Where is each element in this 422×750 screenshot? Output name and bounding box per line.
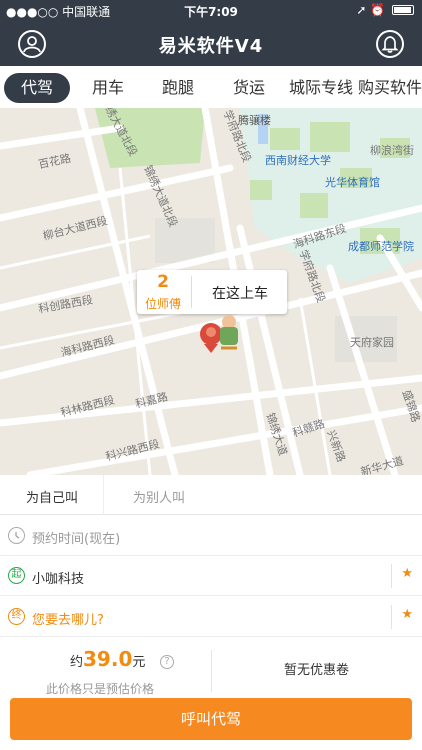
- clock-icon: [8, 527, 25, 544]
- pickup-bubble[interactable]: 2 位师傅 在这上车: [137, 270, 287, 314]
- driver-count-label: 位师傅: [144, 297, 181, 311]
- tab-for-other[interactable]: 为别人叫: [133, 487, 185, 506]
- pickup-pin-icon: [198, 310, 244, 354]
- driver-count: 2: [157, 272, 169, 292]
- price-value: 39.0: [83, 647, 133, 671]
- schedule-row[interactable]: 预约时间(现在): [0, 516, 422, 556]
- price-prefix: 约: [70, 655, 84, 670]
- row-divider: [391, 564, 392, 588]
- price-divider: [211, 650, 212, 692]
- start-marker-icon: 起: [8, 567, 25, 584]
- start-location-field[interactable]: 小咖科技: [32, 568, 84, 587]
- price-estimate: 约39.0元: [70, 647, 145, 671]
- map-label: 腾骧楼: [238, 114, 271, 127]
- status-misc-icons: ➚ ⏰: [356, 3, 386, 17]
- pickup-here-label: 在这上车: [212, 286, 268, 302]
- subtab-divider: [103, 475, 104, 515]
- schedule-field[interactable]: 预约时间(现在): [32, 528, 120, 547]
- service-tabs: 代驾 用车 跑腿 货运 城际专线 购买软件: [0, 66, 422, 108]
- page-title: 易米软件V4: [158, 36, 264, 57]
- battery-icon: [392, 5, 414, 15]
- map-label: 西南财经大学: [265, 154, 331, 167]
- tab-buy-software[interactable]: 购买软件: [358, 73, 422, 103]
- price-area: 约39.0元 ? 此价格只是预估价格 暂无优惠卷: [0, 640, 422, 698]
- start-row[interactable]: 起 小咖科技 ★: [0, 556, 422, 596]
- end-marker-icon: 终: [8, 608, 25, 625]
- clock-glyph: [15, 532, 20, 539]
- tab-paotui[interactable]: 跑腿: [162, 73, 194, 103]
- favorite-star-icon[interactable]: ★: [401, 566, 413, 581]
- tab-for-self[interactable]: 为自己叫: [26, 487, 78, 506]
- price-help-icon[interactable]: ?: [160, 655, 174, 669]
- bubble-divider: [191, 276, 192, 308]
- destination-row[interactable]: 终 您要去哪儿? ★: [0, 597, 422, 637]
- driver-marker-glyph: [200, 315, 238, 353]
- status-icons: ➚ ⏰: [356, 3, 414, 17]
- price-note: 此价格只是预估价格: [46, 682, 155, 696]
- tab-huoyun[interactable]: 货运: [233, 73, 265, 103]
- map-label: 光华体育馆: [325, 176, 380, 189]
- tab-yongche[interactable]: 用车: [92, 73, 124, 103]
- map-label: 天府家园: [350, 336, 394, 349]
- price-unit: 元: [132, 655, 146, 670]
- tab-chengji[interactable]: 城际专线: [289, 73, 353, 103]
- call-driver-button[interactable]: 呼叫代驾: [10, 698, 412, 740]
- coupon-selector[interactable]: 暂无优惠卷: [284, 659, 349, 678]
- row-divider: [391, 605, 392, 629]
- app-root: ●●●○○ 中国联通 下午7:09 ➚ ⏰ 易米软件V4 代驾 用车 跑腿 货运…: [0, 0, 422, 750]
- caller-tabs: 为自己叫 为别人叫: [0, 475, 422, 515]
- tab-daijia[interactable]: 代驾: [4, 73, 70, 103]
- app-header: ●●●○○ 中国联通 下午7:09 ➚ ⏰ 易米软件V4: [0, 0, 422, 66]
- bell-icon[interactable]: [376, 30, 404, 58]
- bell-glyph: [381, 36, 399, 53]
- favorite-star-icon[interactable]: ★: [401, 607, 413, 622]
- status-bar: ●●●○○ 中国联通 下午7:09 ➚ ⏰: [0, 0, 422, 22]
- map-label: 柳浪湾街: [370, 144, 414, 157]
- destination-field[interactable]: 您要去哪儿?: [32, 609, 104, 628]
- map-label: 成都师范学院: [348, 240, 414, 253]
